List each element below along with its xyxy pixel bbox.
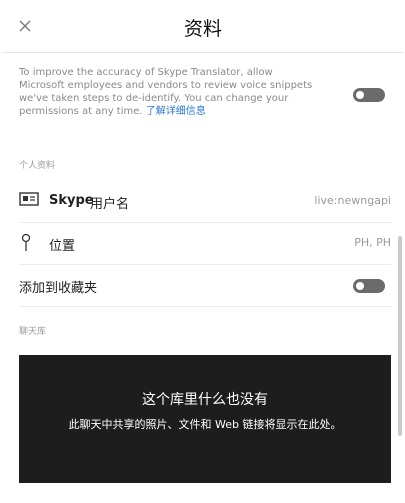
empty-state-text: 此聊天中共享的照片、文件和 Web 链接将显示在此处。 (68, 418, 342, 431)
location-row[interactable]: 位置 PH, PH (19, 224, 391, 265)
username-value: live:newngapi (314, 194, 391, 207)
learn-more-link[interactable]: 了解详细信息 (146, 106, 206, 117)
page-title: 资料 (183, 18, 222, 40)
skype-name-row[interactable]: Skype 用户名 live:newngapi (19, 182, 391, 223)
location-value: PH, PH (354, 236, 391, 249)
pin-icon (21, 233, 31, 251)
location-label: 位置 (49, 239, 76, 254)
favorites-row[interactable]: 添加到收藏夹 (19, 266, 391, 307)
skype-brand-label: Skype (49, 193, 94, 208)
empty-state-title: 这个库里什么也没有 (142, 392, 268, 408)
chat-library-empty-state: 这个库里什么也没有 此聊天中共享的照片、文件和 Web 链接将显示在此处。 (19, 355, 391, 483)
header: 资料 (3, 0, 403, 53)
toggle-knob (356, 91, 364, 99)
favorites-label: 添加到收藏夹 (19, 281, 98, 296)
translator-review-toggle[interactable] (353, 88, 385, 102)
translator-privacy-notice: To improve the accuracy of Skype Transla… (19, 66, 319, 118)
toggle-knob (356, 282, 364, 290)
favorites-toggle[interactable] (353, 279, 385, 293)
scrollbar[interactable] (398, 236, 402, 436)
library-section-title: 聊天库 (19, 327, 47, 337)
profile-panel: 资料 To improve the accuracy of Skype Tran… (3, 0, 403, 503)
profile-section-title: 个人资料 (19, 161, 56, 171)
username-label: 用户名 (90, 197, 130, 212)
contact-card-icon (19, 192, 39, 206)
